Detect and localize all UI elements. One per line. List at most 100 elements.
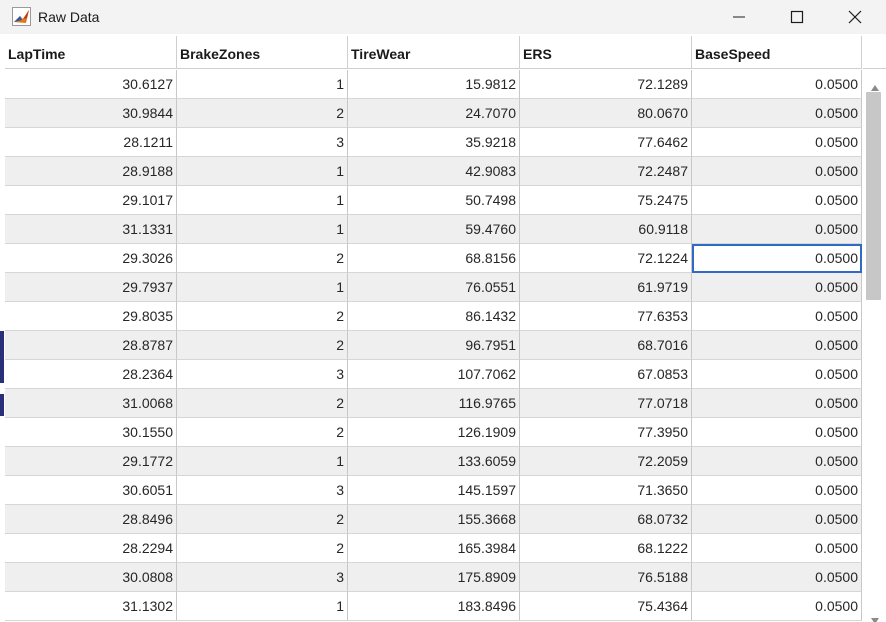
- table-cell-ers[interactable]: 72.1289: [520, 70, 692, 99]
- table-cell-laptime[interactable]: 28.8787: [5, 331, 177, 360]
- scroll-down-arrow-icon[interactable]: [871, 611, 879, 622]
- table-cell-laptime[interactable]: 29.1772: [5, 447, 177, 476]
- table-cell-brakezones[interactable]: 3: [177, 360, 348, 389]
- table-cell-laptime[interactable]: 29.8035: [5, 302, 177, 331]
- column-header-brakezones[interactable]: BrakeZones: [177, 36, 348, 69]
- table-cell-tirewear[interactable]: 76.0551: [348, 273, 520, 302]
- table-row[interactable]: 30.6051 3 145.1597 71.3650 0.0500: [5, 476, 862, 505]
- table-cell-laptime[interactable]: 29.7937: [5, 273, 177, 302]
- table-cell-tirewear[interactable]: 145.1597: [348, 476, 520, 505]
- table-cell-basespeed[interactable]: 0.0500: [692, 563, 862, 592]
- table-row[interactable]: 30.1550 2 126.1909 77.3950 0.0500: [5, 418, 862, 447]
- table-cell-basespeed[interactable]: 0.0500: [692, 215, 862, 244]
- table-cell-tirewear[interactable]: 165.3984: [348, 534, 520, 563]
- table-cell-tirewear[interactable]: 175.8909: [348, 563, 520, 592]
- table-cell-tirewear[interactable]: 133.6059: [348, 447, 520, 476]
- table-cell-basespeed[interactable]: 0.0500: [692, 273, 862, 302]
- table-cell-ers[interactable]: 72.1224: [520, 244, 692, 273]
- table-cell-tirewear[interactable]: 24.7070: [348, 99, 520, 128]
- table-cell-basespeed[interactable]: 0.0500: [692, 505, 862, 534]
- table-cell-ers[interactable]: 72.2059: [520, 447, 692, 476]
- table-cell-ers[interactable]: 72.2487: [520, 157, 692, 186]
- table-row[interactable]: 29.3026 2 68.8156 72.1224 0.0500: [5, 244, 862, 273]
- table-cell-basespeed[interactable]: 0.0500: [692, 99, 862, 128]
- table-row[interactable]: 29.1017 1 50.7498 75.2475 0.0500: [5, 186, 862, 215]
- table-row[interactable]: 28.1211 3 35.9218 77.6462 0.0500: [5, 128, 862, 157]
- table-cell-basespeed[interactable]: 0.0500: [692, 128, 862, 157]
- column-header-basespeed[interactable]: BaseSpeed: [692, 36, 862, 69]
- table-cell-ers[interactable]: 60.9118: [520, 215, 692, 244]
- table-cell-ers[interactable]: 67.0853: [520, 360, 692, 389]
- table-cell-ers[interactable]: 68.7016: [520, 331, 692, 360]
- table-cell-basespeed[interactable]: 0.0500: [692, 70, 862, 99]
- table-cell-brakezones[interactable]: 3: [177, 563, 348, 592]
- table-cell-tirewear[interactable]: 96.7951: [348, 331, 520, 360]
- table-cell-ers[interactable]: 61.9719: [520, 273, 692, 302]
- table-cell-brakezones[interactable]: 1: [177, 447, 348, 476]
- table-cell-basespeed[interactable]: 0.0500: [692, 592, 862, 621]
- table-cell-brakezones[interactable]: 2: [177, 389, 348, 418]
- table-cell-brakezones[interactable]: 1: [177, 157, 348, 186]
- table-cell-brakezones[interactable]: 2: [177, 302, 348, 331]
- table-cell-ers[interactable]: 71.3650: [520, 476, 692, 505]
- data-table[interactable]: LapTime BrakeZones TireWear ERS BaseSpee…: [5, 36, 886, 622]
- table-cell-basespeed[interactable]: 0.0500: [692, 186, 862, 215]
- table-row[interactable]: 29.7937 1 76.0551 61.9719 0.0500: [5, 273, 862, 302]
- table-cell-tirewear[interactable]: 68.8156: [348, 244, 520, 273]
- table-cell-brakezones[interactable]: 2: [177, 505, 348, 534]
- maximize-button[interactable]: [768, 0, 826, 34]
- table-cell-ers[interactable]: 76.5188: [520, 563, 692, 592]
- table-row[interactable]: 28.8496 2 155.3668 68.0732 0.0500: [5, 505, 862, 534]
- table-cell-ers[interactable]: 80.0670: [520, 99, 692, 128]
- table-cell-brakezones[interactable]: 1: [177, 273, 348, 302]
- table-cell-laptime[interactable]: 28.2294: [5, 534, 177, 563]
- table-cell-basespeed[interactable]: 0.0500: [692, 302, 862, 331]
- table-row[interactable]: 30.0808 3 175.8909 76.5188 0.0500: [5, 563, 862, 592]
- table-row[interactable]: 28.2364 3 107.7062 67.0853 0.0500: [5, 360, 862, 389]
- table-cell-brakezones[interactable]: 2: [177, 99, 348, 128]
- table-cell-laptime[interactable]: 30.1550: [5, 418, 177, 447]
- table-cell-ers[interactable]: 77.0718: [520, 389, 692, 418]
- table-cell-basespeed[interactable]: 0.0500: [692, 244, 862, 273]
- column-header-laptime[interactable]: LapTime: [5, 36, 177, 69]
- table-cell-laptime[interactable]: 30.9844: [5, 99, 177, 128]
- table-cell-ers[interactable]: 75.2475: [520, 186, 692, 215]
- table-cell-laptime[interactable]: 30.0808: [5, 563, 177, 592]
- table-cell-ers[interactable]: 68.1222: [520, 534, 692, 563]
- table-cell-tirewear[interactable]: 86.1432: [348, 302, 520, 331]
- table-cell-tirewear[interactable]: 15.9812: [348, 70, 520, 99]
- table-cell-basespeed[interactable]: 0.0500: [692, 331, 862, 360]
- table-cell-ers[interactable]: 77.6353: [520, 302, 692, 331]
- table-row[interactable]: 28.2294 2 165.3984 68.1222 0.0500: [5, 534, 862, 563]
- table-row[interactable]: 28.8787 2 96.7951 68.7016 0.0500: [5, 331, 862, 360]
- table-cell-brakezones[interactable]: 3: [177, 476, 348, 505]
- table-cell-brakezones[interactable]: 2: [177, 534, 348, 563]
- scrollbar-thumb[interactable]: [866, 92, 881, 300]
- table-cell-brakezones[interactable]: 2: [177, 244, 348, 273]
- table-row[interactable]: 31.1302 1 183.8496 75.4364 0.0500: [5, 592, 862, 621]
- table-cell-basespeed[interactable]: 0.0500: [692, 476, 862, 505]
- table-row[interactable]: 31.0068 2 116.9765 77.0718 0.0500: [5, 389, 862, 418]
- table-cell-ers[interactable]: 77.6462: [520, 128, 692, 157]
- table-cell-tirewear[interactable]: 155.3668: [348, 505, 520, 534]
- table-cell-brakezones[interactable]: 3: [177, 128, 348, 157]
- table-cell-laptime[interactable]: 28.1211: [5, 128, 177, 157]
- table-cell-basespeed[interactable]: 0.0500: [692, 389, 862, 418]
- table-cell-laptime[interactable]: 29.3026: [5, 244, 177, 273]
- table-cell-ers[interactable]: 68.0732: [520, 505, 692, 534]
- table-cell-brakezones[interactable]: 1: [177, 215, 348, 244]
- table-cell-tirewear[interactable]: 42.9083: [348, 157, 520, 186]
- table-cell-laptime[interactable]: 29.1017: [5, 186, 177, 215]
- table-cell-laptime[interactable]: 31.1331: [5, 215, 177, 244]
- table-cell-brakezones[interactable]: 2: [177, 331, 348, 360]
- table-cell-ers[interactable]: 77.3950: [520, 418, 692, 447]
- table-cell-basespeed[interactable]: 0.0500: [692, 360, 862, 389]
- table-cell-ers[interactable]: 75.4364: [520, 592, 692, 621]
- table-row[interactable]: 30.9844 2 24.7070 80.0670 0.0500: [5, 99, 862, 128]
- table-cell-laptime[interactable]: 28.8496: [5, 505, 177, 534]
- table-cell-laptime[interactable]: 30.6127: [5, 70, 177, 99]
- table-row[interactable]: 30.6127 1 15.9812 72.1289 0.0500: [5, 70, 862, 99]
- table-cell-brakezones[interactable]: 1: [177, 70, 348, 99]
- table-row[interactable]: 28.9188 1 42.9083 72.2487 0.0500: [5, 157, 862, 186]
- table-cell-tirewear[interactable]: 35.9218: [348, 128, 520, 157]
